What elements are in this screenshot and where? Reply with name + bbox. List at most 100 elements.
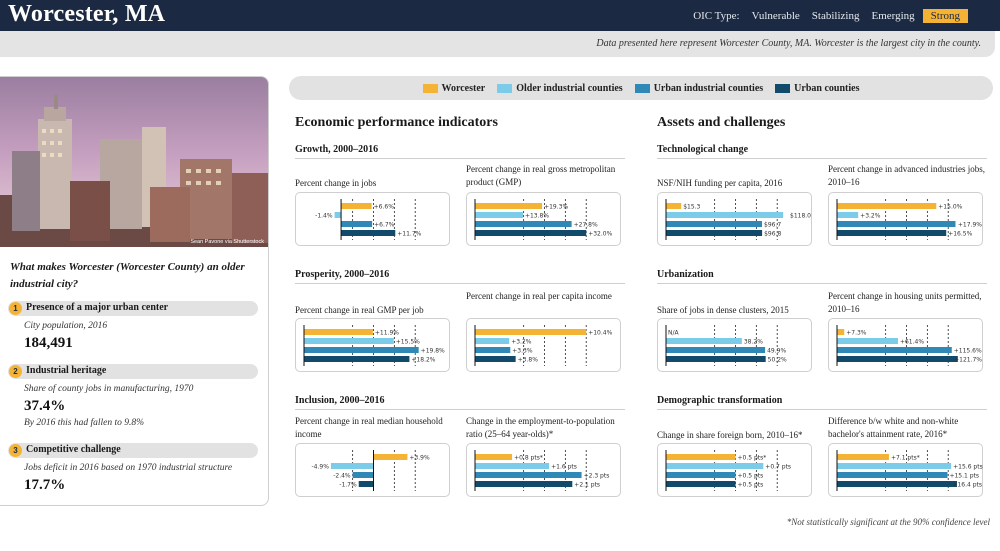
oic-option-stabilizing[interactable]: Stabilizing — [812, 10, 860, 22]
bar-worcester — [304, 329, 373, 335]
bar-urban-industrial — [341, 221, 373, 227]
panel-title-housing-units: Percent change in housing units permitte… — [828, 291, 982, 314]
data-label-urban: +32.0% — [588, 231, 612, 238]
data-label-urban: -1.7% — [339, 482, 357, 489]
data-label-worcester: +0.8 pts* — [514, 455, 543, 462]
bar-urban-industrial — [666, 221, 763, 227]
bar-chart-svg: +7.1 pts* +15.6 pts +15.1 pts +16.4 pts — [836, 450, 983, 491]
bar-chart-svg: +19.3% +13.8% +27.8% +32.0% — [474, 199, 613, 240]
chart-legend: Worcester Older industrial counties Urba… — [289, 76, 993, 100]
oic-option-vulnerable[interactable]: Vulnerable — [752, 10, 800, 22]
bar-worcester — [475, 203, 543, 209]
bar-urban-industrial — [304, 347, 419, 353]
bar-urban-industrial — [475, 347, 511, 353]
data-label-urban-industrial: +27.8% — [574, 222, 598, 229]
data-label-older-industrial: +3.2% — [860, 213, 881, 220]
data-label-older-industrial: +3.2% — [511, 339, 532, 346]
bar-urban — [837, 356, 958, 362]
bar-older-industrial — [666, 338, 742, 344]
oic-type-label: OIC Type: — [693, 10, 740, 22]
data-label-urban: +16.5% — [948, 231, 972, 238]
data-label-worcester: +15.0% — [938, 204, 962, 211]
bar-urban — [666, 481, 736, 487]
legend-swatch — [497, 83, 513, 93]
data-label-worcester: $15.3 — [683, 204, 700, 211]
bar-older-industrial — [475, 463, 550, 469]
criterion-3-title: Competitive challenge — [26, 444, 121, 455]
criterion-1-header: 1 Presence of a major urban center — [8, 301, 258, 316]
data-label-older-industrial: +0.7 pts — [765, 464, 791, 471]
bar-worcester — [837, 203, 937, 209]
section-demographic: Demographic transformation — [657, 395, 987, 410]
bar-worcester — [341, 203, 372, 209]
bar-chart-svg: +11.9% +15.5%+19.8% +18.2% — [303, 325, 445, 366]
bar-urban — [341, 230, 396, 236]
city-skyline-photo: Sean Pavone via Shutterstock — [0, 77, 268, 247]
bar-older-industrial — [334, 212, 342, 218]
bar-older-industrial — [837, 338, 898, 344]
data-label-worcester: +6.6% — [374, 204, 395, 211]
oic-type-selector: OIC Type: Vulnerable Stabilizing Emergin… — [681, 9, 968, 23]
data-label-urban-industrial: +0.5 pts — [738, 473, 764, 480]
data-label-older-industrial: +13.8% — [525, 213, 549, 220]
criterion-3-header: 3 Competitive challenge — [8, 443, 258, 458]
data-label-older-industrial: +15.6 pts — [953, 464, 983, 471]
bar-urban-industrial — [837, 472, 948, 478]
section-prosperity: Prosperity, 2000–2016 — [295, 269, 625, 284]
chart-gmp-per-job: +11.9% +15.5% +19.8% +18.2% — [295, 318, 450, 372]
bar-urban — [358, 481, 374, 487]
data-label-urban: 50.2% — [768, 357, 787, 364]
data-label-urban-industrial: 49.9% — [767, 348, 786, 355]
chart-per-capita: +10.4% +3.2% +3.3% +3.8% — [466, 318, 621, 372]
bar-chart-svg: +10.4% +3.2% +3.3% +3.8% — [474, 325, 613, 366]
bar-urban-industrial — [475, 221, 572, 227]
data-label-worcester: +7.1 pts* — [891, 455, 920, 462]
subtitle-text: Data presented here represent Worcester … — [596, 38, 981, 49]
panel-title-jobs: Percent change in jobs — [295, 178, 377, 188]
bar-worcester — [666, 454, 736, 460]
data-label-urban-industrial: +19.8% — [421, 348, 445, 355]
criterion-1-title: Presence of a major urban center — [26, 302, 169, 313]
bar-urban-industrial — [666, 472, 736, 478]
data-label-urban-industrial: +2.3 pts — [584, 473, 610, 480]
criterion-2-label: Share of county jobs in manufacturing, 1… — [24, 384, 194, 394]
data-label-urban-industrial: +15.1 pts — [949, 473, 979, 480]
bar-chart-svg: N/A 38.2% 49.9% 50.2% — [665, 325, 787, 366]
panel-title-gmp-per-job: Percent change in real GMP per job — [295, 305, 424, 315]
criterion-2-value: 37.4% — [24, 398, 66, 414]
panel-title-gmp: Percent change in real gross metropolita… — [466, 164, 616, 187]
criterion-2-title: Industrial heritage — [26, 365, 107, 376]
panel-title-foreign-born: Change in share foreign born, 2010–16* — [657, 430, 803, 440]
bar-older-industrial — [475, 212, 523, 218]
data-label-urban: +16.4 pts — [952, 482, 982, 489]
data-label-urban-industrial: -2.4% — [333, 473, 351, 480]
chart-gmp: +19.3% +13.8% +27.8% +32.0% — [466, 192, 621, 246]
bar-chart-svg: +15.0% +3.2% +17.9% +16.5% — [836, 199, 982, 240]
legend-swatch — [775, 83, 791, 93]
panel-title-dense-clusters: Share of jobs in dense clusters, 2015 — [657, 305, 789, 315]
chart-bachelor-gap: +7.1 pts* +15.6 pts +15.1 pts +16.4 pts — [828, 443, 983, 497]
bar-urban-industrial — [475, 472, 582, 478]
bar-urban — [666, 356, 766, 362]
bar-older-industrial — [837, 463, 952, 469]
data-label-older-industrial: -4.9% — [312, 464, 330, 471]
bar-urban — [666, 230, 763, 236]
chart-nsf-nih: $15.3 $118.0 $96.7 $96.8 — [657, 192, 812, 246]
chart-employment-ratio: +0.8 pts* +1.6 pts +2.3 pts +2.1 pts — [466, 443, 621, 497]
data-label-older-industrial: 38.2% — [744, 339, 763, 346]
bar-urban-industrial — [837, 347, 952, 353]
question-heading: What makes Worcester (Worcester County) … — [10, 261, 245, 290]
photo-credit: Sean Pavone via Shutterstock — [190, 239, 264, 245]
bar-urban — [304, 356, 410, 362]
data-label-older-industrial: +1.6 pts — [551, 464, 577, 471]
data-label-urban: +18.2% — [411, 357, 435, 364]
data-label-urban: +3.8% — [518, 357, 539, 364]
data-label-urban: +11.7% — [397, 231, 421, 238]
bar-chart-svg: +0.5 pts*+0.7 pts+0.5 pts+0.5 pts — [665, 450, 791, 491]
bar-older-industrial — [304, 338, 394, 344]
bar-worcester — [837, 329, 845, 335]
criterion-3-value: 17.7% — [24, 477, 66, 493]
assets-challenges-heading: Assets and challenges — [657, 115, 786, 130]
oic-option-emerging[interactable]: Emerging — [871, 10, 914, 22]
oic-option-strong[interactable]: Strong — [922, 9, 968, 23]
